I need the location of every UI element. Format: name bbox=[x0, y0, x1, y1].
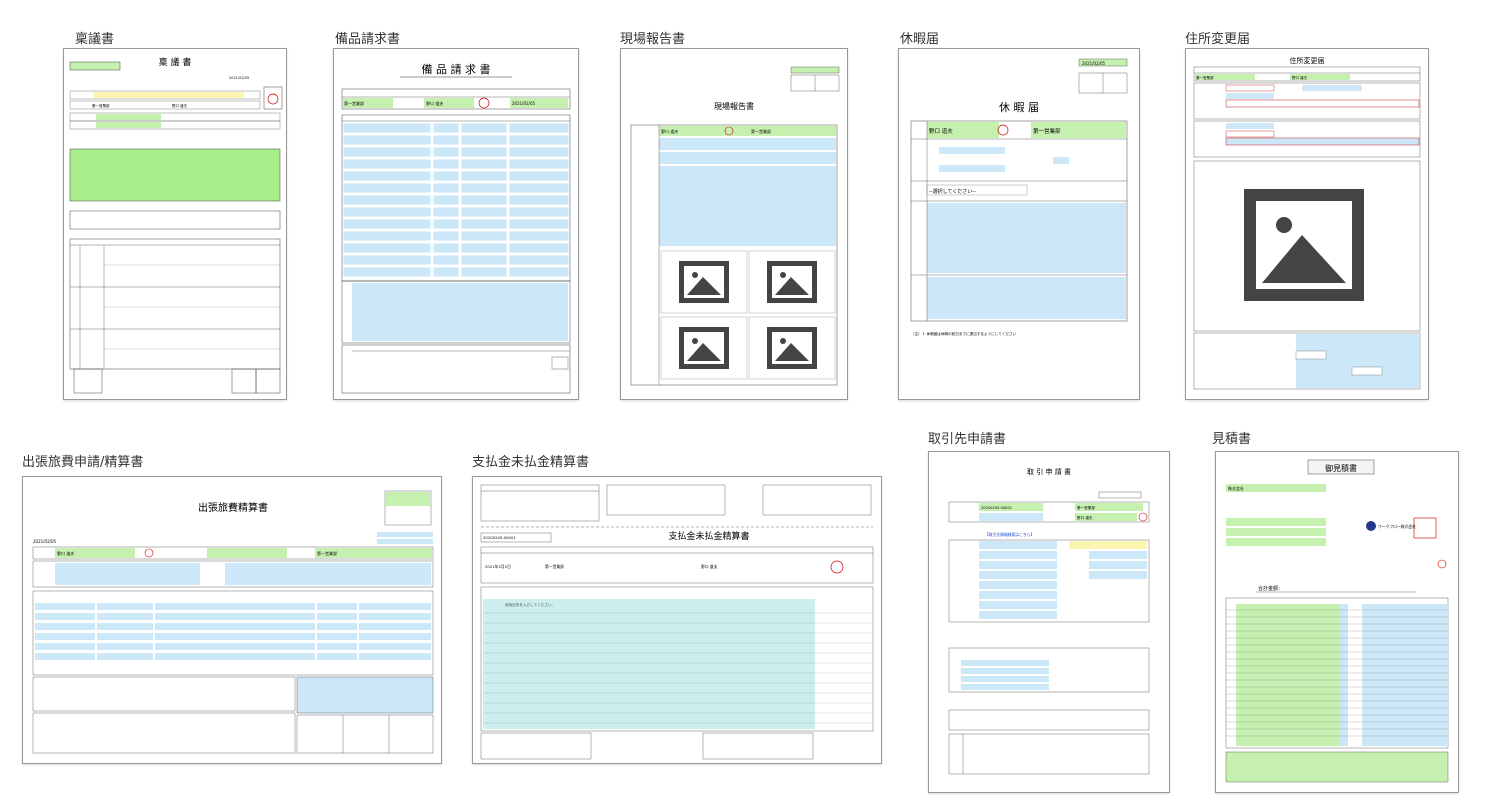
thumbnail-address-change[interactable]: 住所変更届 第一営業部 野口 道夫 bbox=[1185, 48, 1429, 400]
thumbnail-site-report[interactable]: 現場報告書 野口 道夫 第一営業部 bbox=[620, 48, 848, 400]
payment-number: 20200205-00001 bbox=[483, 535, 516, 540]
template-label-travel-expense[interactable]: 出張旅費申請/精算書 bbox=[22, 451, 143, 470]
template-label-ringi[interactable]: 稟議書 bbox=[75, 28, 114, 47]
template-label-quotation[interactable]: 見積書 bbox=[1212, 428, 1251, 447]
ringi-title: 稟 議 書 bbox=[159, 56, 192, 68]
thumbnail-equipment-request[interactable]: 備 品 請 求 書 第一営業部 野口 道夫 2021/02/05 bbox=[333, 48, 579, 400]
travel-date: 2021/02/05 bbox=[33, 539, 57, 544]
address-title: 住所変更届 bbox=[1290, 56, 1325, 65]
address-dept: 第一営業部 bbox=[1196, 75, 1214, 80]
thumbnail-client-application[interactable]: 取 引 申 請 書 20200205-00001 第一営業部 野口 道夫 【取引… bbox=[928, 451, 1170, 793]
template-label-address-change[interactable]: 住所変更届 bbox=[1185, 28, 1250, 47]
client-search-link: 【取引先情報検索はこちら】 bbox=[985, 532, 1034, 537]
ringi-form-preview: 稟 議 書 2021/02/05 第一営業部 野口 道夫 bbox=[69, 56, 283, 394]
travel-expense-preview: 出張旅費精算書 2021/02/05 野口 道夫 第一営業部 bbox=[32, 490, 434, 754]
travel-title: 出張旅費精算書 bbox=[198, 501, 268, 514]
equipment-dept: 第一営業部 bbox=[344, 100, 364, 106]
equipment-title: 備 品 請 求 書 bbox=[422, 62, 491, 76]
client-application-preview: 取 引 申 請 書 20200205-00001 第一営業部 野口 道夫 【取引… bbox=[948, 467, 1150, 775]
thumbnail-ringi[interactable]: 稟 議 書 2021/02/05 第一営業部 野口 道夫 bbox=[63, 48, 287, 400]
travel-name: 野口 道夫 bbox=[57, 550, 74, 556]
payment-title: 支払金未払金精算書 bbox=[668, 530, 749, 542]
leave-note: （注）１ 休暇届は休暇の前日までに提出するようにしてください bbox=[911, 331, 1017, 336]
template-label-payment-settlement[interactable]: 支払金未払金精算書 bbox=[472, 451, 589, 470]
client-title: 取 引 申 請 書 bbox=[1027, 467, 1071, 476]
address-name: 野口 道夫 bbox=[1292, 75, 1308, 80]
leave-name: 野口 道夫 bbox=[929, 127, 953, 135]
ringi-date: 2021/02/05 bbox=[229, 76, 249, 80]
payment-dept: 第一営業部 bbox=[545, 564, 564, 569]
site-report-preview: 現場報告書 野口 道夫 第一営業部 bbox=[630, 66, 840, 386]
payment-settlement-preview: 20200205-00001 支払金未払金精算書 2021年2月5日 第一営業部… bbox=[480, 484, 874, 760]
leave-date: 2021/02/05 bbox=[1082, 61, 1106, 66]
site-photo-placeholders bbox=[660, 250, 836, 380]
quotation-preview: 御見積書 株式会社 ワークフロー株式会社 合計金額： bbox=[1225, 459, 1449, 783]
client-dept: 第一営業部 bbox=[1077, 505, 1095, 510]
payment-date: 2021年2月5日 bbox=[485, 564, 511, 569]
client-name: 野口 道夫 bbox=[1077, 515, 1093, 520]
quotation-title: 御見積書 bbox=[1325, 463, 1357, 473]
quotation-customer: 株式会社 bbox=[1228, 485, 1244, 491]
thumbnail-payment-settlement[interactable]: 20200205-00001 支払金未払金精算書 2021年2月5日 第一営業部… bbox=[472, 476, 882, 764]
template-label-site-report[interactable]: 現場報告書 bbox=[620, 28, 685, 47]
quotation-total-label: 合計金額： bbox=[1258, 585, 1283, 592]
template-label-leave-request[interactable]: 休暇届 bbox=[900, 28, 939, 47]
thumbnail-quotation[interactable]: 御見積書 株式会社 ワークフロー株式会社 合計金額： bbox=[1215, 451, 1459, 793]
ringi-name: 野口 道夫 bbox=[172, 103, 188, 108]
company-logo-icon bbox=[1366, 521, 1376, 531]
leave-request-preview: 2021/02/05 休 暇 届 野口 道夫 第一営業部 --選択してください-… bbox=[910, 58, 1128, 336]
template-label-client-application[interactable]: 取引先申請書 bbox=[928, 428, 1006, 447]
payment-purpose-placeholder: 使用目的を入力してください。 bbox=[505, 602, 555, 607]
leave-dept: 第一営業部 bbox=[1033, 127, 1061, 135]
equipment-form-preview: 備 品 請 求 書 第一営業部 野口 道夫 2021/02/05 bbox=[341, 62, 571, 394]
payment-name: 野口 道夫 bbox=[701, 564, 718, 569]
site-report-title: 現場報告書 bbox=[714, 101, 754, 111]
thumbnail-leave-request[interactable]: 2021/02/05 休 暇 届 野口 道夫 第一営業部 --選択してください-… bbox=[898, 48, 1140, 400]
client-number: 20200205-00001 bbox=[981, 506, 1012, 510]
leave-title: 休 暇 届 bbox=[999, 101, 1039, 114]
address-change-preview: 住所変更届 第一営業部 野口 道夫 bbox=[1193, 56, 1421, 390]
template-label-equipment-request[interactable]: 備品請求書 bbox=[335, 28, 400, 47]
leave-type-select: --選択してください-- bbox=[929, 188, 976, 195]
equipment-date: 2021/02/05 bbox=[512, 101, 536, 106]
travel-dept: 第一営業部 bbox=[317, 550, 337, 556]
site-report-dept: 第一営業部 bbox=[751, 128, 771, 134]
site-report-name: 野口 道夫 bbox=[661, 128, 678, 134]
thumbnail-travel-expense[interactable]: 出張旅費精算書 2021/02/05 野口 道夫 第一営業部 bbox=[22, 476, 442, 764]
equipment-name: 野口 道夫 bbox=[426, 100, 443, 106]
quotation-company: ワークフロー株式会社 bbox=[1378, 524, 1416, 529]
ringi-dept: 第一営業部 bbox=[92, 103, 110, 108]
